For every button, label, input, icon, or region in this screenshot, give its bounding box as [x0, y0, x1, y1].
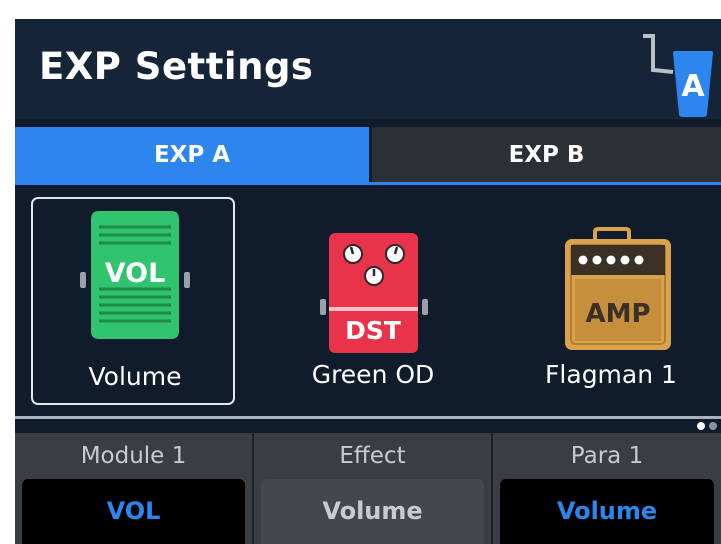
param-value[interactable]: VOL — [22, 479, 245, 544]
exp-settings-screen: EXP Settings A EXP A EXP B VOL Volume DS… — [15, 19, 721, 544]
divider — [15, 416, 721, 419]
page-indicator — [695, 419, 721, 433]
param-module-1[interactable]: Module 1 VOL — [15, 433, 252, 544]
param-label: Para 1 — [570, 443, 644, 469]
exp-indicator-letter: A — [681, 69, 705, 104]
parameter-bar: Module 1 VOL Effect Volume Para 1 Volume — [15, 433, 721, 544]
amp-icon-text: AMP — [585, 299, 650, 329]
tab-exp-a[interactable]: EXP A — [15, 127, 369, 182]
exp-tabs: EXP A EXP B — [15, 127, 721, 185]
effect-label-flagman-1: Flagman 1 — [545, 360, 677, 389]
param-effect[interactable]: Effect Volume — [254, 433, 491, 544]
page-title: EXP Settings — [39, 45, 314, 88]
param-value[interactable]: Volume — [500, 479, 714, 544]
dst-icon-text: DST — [345, 316, 401, 345]
vol-icon-text: VOL — [105, 258, 166, 289]
effect-label-volume: Volume — [88, 362, 182, 391]
param-value[interactable]: Volume — [261, 479, 484, 544]
effect-card-flagman-1[interactable]: AMP Flagman 1 — [509, 197, 713, 405]
param-label: Module 1 — [80, 443, 187, 469]
effect-card-green-od[interactable]: DST Green OD — [271, 197, 475, 405]
vol-pedal-icon: VOL — [33, 199, 237, 364]
effect-label-green-od: Green OD — [311, 360, 435, 389]
param-label: Effect — [339, 443, 406, 469]
tab-exp-b[interactable]: EXP B — [372, 127, 721, 182]
dst-pedal-icon: DST — [271, 197, 475, 362]
amp-icon: AMP — [509, 197, 713, 362]
effect-card-volume[interactable]: VOL Volume — [31, 197, 235, 405]
page-dot — [709, 422, 717, 430]
param-para-1[interactable]: Para 1 Volume — [493, 433, 721, 544]
page-dot-active — [697, 422, 705, 430]
effect-chain: VOL Volume DST Green OD AMP Flagman 1 — [15, 185, 721, 417]
header: EXP Settings A — [15, 19, 721, 119]
expression-pedal-icon: A — [637, 26, 721, 119]
